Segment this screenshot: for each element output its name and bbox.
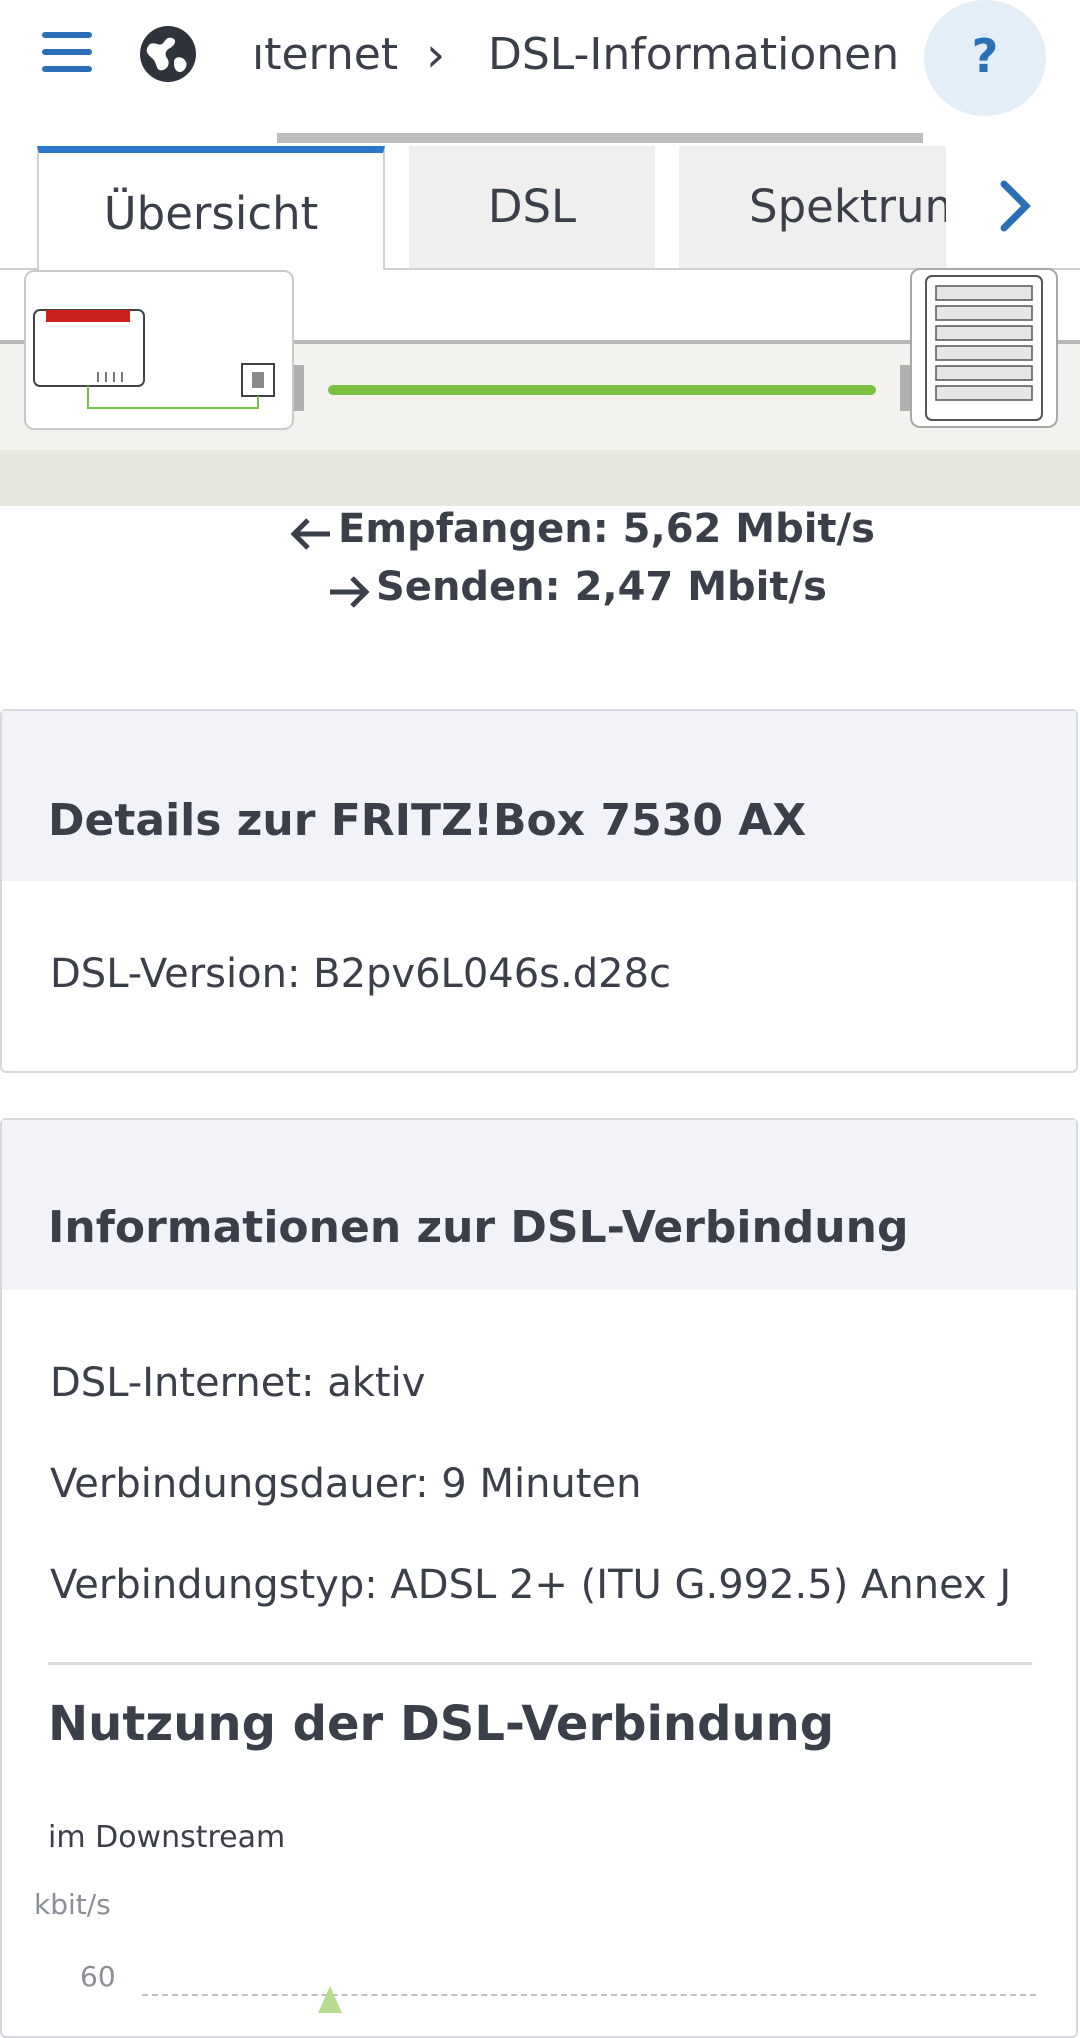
details-panel-header: Details zur FRITZ!Box 7530 AX [2,711,1076,881]
wall-socket-left [294,365,304,411]
exchange-rack-icon [910,268,1058,428]
usage-title: Nutzung der DSL-Verbindung [48,1696,835,1752]
chart-y-tick: 60 [80,1960,116,1993]
breadcrumb-scrollbar[interactable] [277,133,923,143]
diagram-floor [0,450,1080,506]
chart-area-peak [318,1986,342,2013]
breadcrumb-separator-icon: › [426,27,446,83]
details-panel-title: Details zur FRITZ!Box 7530 AX [48,795,807,846]
section-divider [48,1662,1032,1665]
details-panel: Details zur FRITZ!Box 7530 AX DSL-Versio… [0,709,1078,1073]
tab-spektrum[interactable]: Spektrum [679,146,947,268]
breadcrumb-current: DSL-Informationen [488,29,900,80]
downstream-label: im Downstream [48,1820,286,1855]
wall-socket-right [900,365,910,411]
dsl-connection-line [328,385,876,395]
top-header: ıternet › DSL-Informationen ? [0,0,1080,116]
chart-gridline [142,1994,1036,1996]
help-button[interactable]: ? [924,0,1046,116]
arrow-right-icon [326,570,370,618]
connection-panel-header: Informationen zur DSL-Verbindung [2,1120,1076,1290]
tab-uebersicht[interactable]: Übersicht [37,146,385,270]
dsl-internet-status: DSL-Internet: aktiv [50,1360,426,1406]
tab-dsl[interactable]: DSL [409,146,655,268]
send-rate: Senden: 2,47 Mbit/s [376,564,827,610]
breadcrumb-parent[interactable]: ıternet [252,24,398,86]
connection-duration: Verbindungsdauer: 9 Minuten [50,1461,642,1507]
dsl-version: DSL-Version: B2pv6L046s.d28c [50,951,672,997]
chart-y-axis-label: kbit/s [34,1888,111,1921]
chevron-right-icon[interactable] [984,176,1044,236]
connection-panel: Informationen zur DSL-Verbindung DSL-Int… [0,1118,1078,2038]
connection-panel-title: Informationen zur DSL-Verbindung [48,1202,909,1253]
receive-rate: Empfangen: 5,62 Mbit/s [338,506,875,552]
arrow-left-icon [290,512,334,560]
fritzbox-device-icon [24,270,294,430]
connection-type: Verbindungstyp: ADSL 2+ (ITU G.992.5) An… [50,1562,1012,1608]
globe-icon[interactable] [136,22,200,86]
menu-icon[interactable] [36,24,98,86]
